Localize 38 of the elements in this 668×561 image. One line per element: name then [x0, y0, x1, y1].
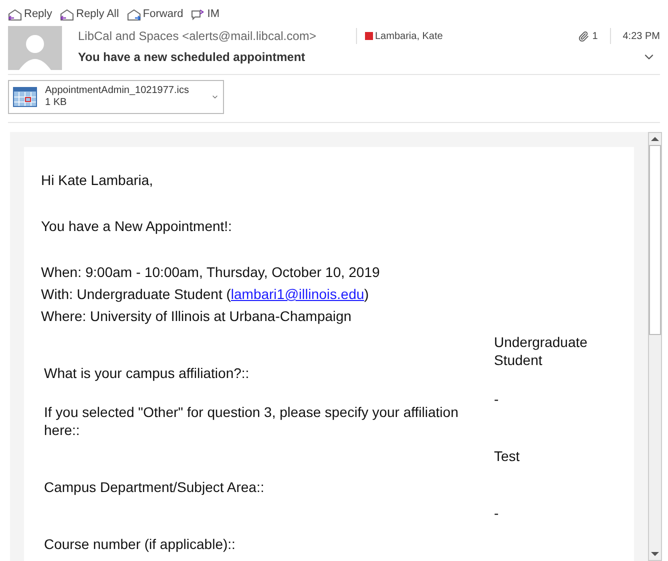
toolbar-button[interactable]: Reply All	[60, 6, 119, 23]
paperclip-icon	[578, 30, 590, 42]
answer-value: Undergraduate Student	[494, 333, 588, 369]
scroll-thumb[interactable]	[649, 145, 661, 335]
email-subject: You have a new scheduled appointment	[78, 49, 306, 66]
with-text: With: Undergraduate Student (lambari1@illinois.edu)	[41, 285, 370, 304]
email-link[interactable]: lambari1@illinois.edu	[230, 286, 364, 302]
sender-address: LibCal and Spaces <alerts@mail.libcal.com>	[78, 28, 318, 45]
question-label: Course number (if applicable)::	[44, 535, 236, 553]
intro-text: You have a New Appointment!:	[41, 217, 233, 236]
toolbar-button[interactable]: Reply	[8, 6, 52, 23]
scrollbar[interactable]	[648, 132, 662, 561]
dropdown-icon	[211, 93, 219, 101]
calendar-icon	[13, 87, 37, 107]
avatar-icon	[8, 26, 62, 70]
recipient-name: Lambaria, Kate	[375, 30, 443, 44]
attachment-size: 1 KB	[45, 97, 68, 109]
answer-value: -	[494, 504, 500, 522]
where-text: Where: University of Illinois at Urbana-Champaign	[41, 307, 352, 326]
toolbar-button[interactable]: IM	[191, 6, 220, 23]
attachment-count: 1	[592, 30, 598, 44]
when-text: When: 9:00am - 10:00am, Thursday, October 10, 2019	[41, 263, 381, 282]
envelope-icon	[8, 8, 22, 20]
envelope-icon	[126, 8, 141, 20]
question-label: Campus Department/Subject Area::	[44, 478, 266, 496]
chat-icon	[191, 8, 206, 20]
greeting-text: Hi Kate Lambaria,	[41, 171, 154, 190]
question-label: If you selected "Other" for question 3, please specify your affiliation here::	[44, 403, 460, 439]
answer-value: Test	[494, 447, 521, 465]
attachment-chip[interactable]: AppointmentAdmin_1021977.ics 1 KB	[8, 80, 224, 114]
question-label: What is your campus affiliation?::	[44, 364, 250, 382]
toolbar-button[interactable]: Forward	[126, 6, 184, 23]
answer-value: -	[494, 390, 500, 408]
envelope-icon	[60, 8, 74, 20]
attachment-name: AppointmentAdmin_1021977.ics	[45, 85, 190, 97]
received-time: 4:23 PM	[622, 30, 660, 44]
scroll-up-icon[interactable]	[651, 137, 659, 141]
scroll-down-icon[interactable]	[651, 552, 659, 556]
